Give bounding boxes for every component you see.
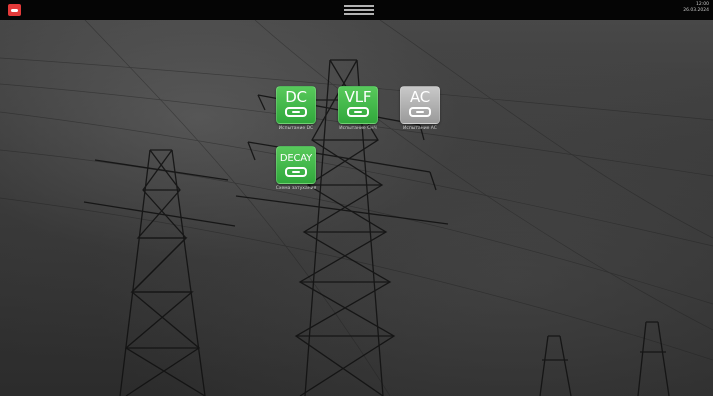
dc-tile-title: DC — [285, 88, 307, 106]
ac-app-label: Испытание AC — [403, 126, 437, 131]
ac-tile[interactable]: AC — [400, 86, 440, 124]
date-text: 26.03.2024 — [683, 8, 709, 13]
cable-icon — [347, 107, 369, 117]
cable-icon — [285, 167, 307, 177]
app-decay-test[interactable]: DECAY Схема затухания — [276, 146, 316, 192]
dc-tile[interactable]: DC — [276, 86, 316, 124]
dc-app-label: Испытание DC — [278, 126, 314, 131]
vlf-tile-title: VLF — [344, 88, 372, 106]
menu-handle-icon[interactable] — [344, 5, 374, 15]
ac-tile-title: AC — [409, 88, 431, 106]
app-dc-test[interactable]: DC Испытание DC — [276, 86, 316, 132]
app-logo-icon[interactable] — [8, 4, 21, 16]
status-bar: 12:00 26.03.2024 — [0, 0, 713, 20]
app-ac-test[interactable]: AC Испытание AC — [400, 86, 440, 132]
decay-tile[interactable]: DECAY — [276, 146, 316, 184]
clock: 12:00 26.03.2024 — [663, 2, 709, 14]
app-vlf-test[interactable]: VLF Испытание СНЧ — [338, 86, 378, 132]
vlf-tile[interactable]: VLF — [338, 86, 378, 124]
decay-tile-title: DECAY — [279, 153, 313, 164]
desktop-apps: DC Испытание DC VLF Испытание СНЧ AC Исп… — [0, 20, 713, 396]
vlf-app-label: Испытание СНЧ — [339, 126, 377, 131]
cable-icon — [285, 107, 307, 117]
desktop-screen: 12:00 26.03.2024 DC Испытание DC VLF Исп… — [0, 0, 713, 396]
cable-icon — [409, 107, 431, 117]
decay-app-label: Схема затухания — [275, 186, 317, 191]
